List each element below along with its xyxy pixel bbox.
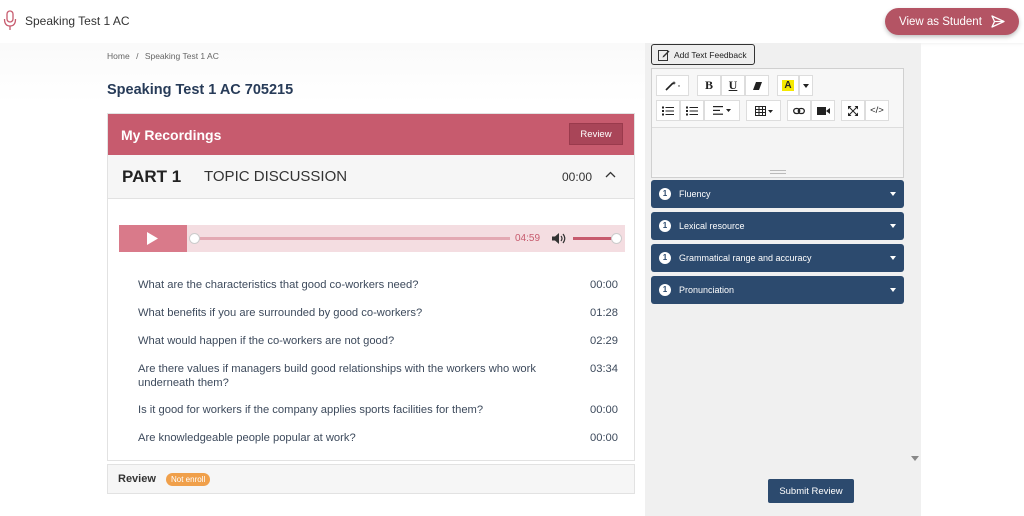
link-button[interactable]: [787, 100, 811, 121]
recordings-card: My Recordings Review PART 1 TOPIC DISCUS…: [107, 113, 635, 461]
score-badge: 1: [659, 284, 671, 296]
part-header[interactable]: PART 1 TOPIC DISCUSSION 00:00: [108, 155, 634, 199]
align-dropdown[interactable]: [704, 100, 740, 121]
recordings-title: My Recordings: [121, 126, 222, 143]
view-as-student-button[interactable]: View as Student: [885, 8, 1019, 35]
editor-resize-handle[interactable]: [770, 170, 786, 174]
page-title: Speaking Test 1 AC 705215: [107, 82, 294, 98]
rich-text-editor: B U A </>: [651, 68, 904, 178]
play-button[interactable]: [119, 225, 187, 252]
part-number: PART 1: [122, 167, 182, 186]
highlight-color-dropdown[interactable]: [799, 75, 813, 96]
play-icon: [147, 232, 158, 245]
question-text: Is it good for workers if the company ap…: [138, 404, 484, 416]
edit-icon: [658, 50, 670, 61]
add-text-feedback-button[interactable]: Add Text Feedback: [651, 44, 755, 65]
audio-progress-handle[interactable]: [189, 233, 200, 244]
part-time: 00:00: [561, 170, 592, 184]
send-icon: [991, 15, 1005, 28]
caret-down-icon: [890, 192, 896, 196]
feedback-text-area[interactable]: [652, 127, 903, 175]
caret-down-icon: [890, 256, 896, 260]
numbered-list-button[interactable]: [680, 100, 704, 121]
criterion-lexical-resource[interactable]: 1 Lexical resource: [651, 212, 904, 240]
question-text: What benefits if you are surrounded by g…: [138, 307, 423, 319]
underline-button[interactable]: U: [721, 75, 745, 96]
magic-wand-dropdown[interactable]: [656, 75, 689, 96]
add-text-feedback-label: Add Text Feedback: [674, 49, 747, 60]
top-bar: Speaking Test 1 AC View as Student: [0, 0, 1024, 43]
question-time: 01:28: [590, 307, 618, 319]
volume-handle[interactable]: [611, 233, 622, 244]
question-text: What would happen if the co-workers are …: [138, 335, 395, 347]
view-as-student-label: View as Student: [899, 15, 982, 28]
submit-review-button[interactable]: Submit Review: [768, 479, 854, 503]
volume-icon[interactable]: [551, 232, 567, 245]
volume-slider[interactable]: [573, 237, 616, 240]
eraser-button[interactable]: [745, 75, 769, 96]
question-time: 02:29: [590, 335, 618, 347]
highlight-icon: A: [782, 80, 794, 91]
criterion-label: Lexical resource: [679, 221, 745, 231]
criterion-label: Grammatical range and accuracy: [679, 253, 812, 263]
criterion-fluency[interactable]: 1 Fluency: [651, 180, 904, 208]
question-text: What are the characteristics that good c…: [138, 279, 419, 291]
score-badge: 1: [659, 220, 671, 232]
bullet-list-button[interactable]: [656, 100, 680, 121]
code-view-button[interactable]: </>: [865, 100, 889, 121]
criterion-grammatical-range[interactable]: 1 Grammatical range and accuracy: [651, 244, 904, 272]
score-badge: 1: [659, 188, 671, 200]
bullet-list-icon: [662, 106, 674, 115]
panel-scrollbar[interactable]: [909, 43, 921, 473]
breadcrumb-current: Speaking Test 1 AC: [144, 51, 219, 61]
review-section[interactable]: Review Not enroll: [107, 464, 635, 494]
caret-down-icon: [890, 288, 896, 292]
fullscreen-icon: [848, 105, 858, 116]
question-text: Are knowledgeable people popular at work…: [138, 432, 356, 444]
recordings-header: My Recordings Review: [108, 114, 634, 155]
magic-wand-icon: [664, 81, 680, 91]
breadcrumb-home[interactable]: Home: [107, 51, 130, 61]
breadcrumb: Home / Speaking Test 1 AC: [107, 51, 223, 61]
highlight-color-button[interactable]: A: [777, 75, 799, 96]
review-button[interactable]: Review: [569, 123, 623, 145]
criterion-pronunciation[interactable]: 1 Pronunciation: [651, 276, 904, 304]
link-icon: [793, 107, 805, 114]
question-time: 00:00: [590, 279, 618, 291]
audio-player: 04:59: [119, 225, 625, 252]
numbered-list-icon: [686, 106, 698, 115]
table-dropdown[interactable]: [746, 100, 781, 121]
eraser-icon: [752, 81, 762, 90]
criterion-label: Pronunciation: [679, 285, 735, 295]
chevron-up-icon[interactable]: [605, 171, 616, 178]
scroll-down-arrow-icon[interactable]: [911, 456, 919, 461]
audio-duration: 04:59: [515, 233, 541, 244]
video-icon: [816, 106, 830, 115]
align-left-icon: [713, 106, 731, 115]
question-text: Are there values if managers build good …: [138, 363, 536, 389]
caret-down-icon: [803, 83, 809, 88]
review-section-label: Review: [118, 473, 156, 485]
fullscreen-button[interactable]: [841, 100, 865, 121]
part-topic: TOPIC DISCUSSION: [204, 168, 348, 185]
breadcrumb-separator: /: [136, 51, 139, 61]
audio-progress-track[interactable]: [194, 237, 510, 240]
question-time: 00:00: [590, 404, 618, 416]
video-button[interactable]: [811, 100, 835, 121]
status-badge: Not enroll: [166, 473, 211, 486]
microphone-icon: [3, 10, 17, 30]
app-title: Speaking Test 1 AC: [25, 14, 130, 28]
score-badge: 1: [659, 252, 671, 264]
caret-down-icon: [890, 224, 896, 228]
criterion-label: Fluency: [679, 189, 711, 199]
bold-button[interactable]: B: [697, 75, 721, 96]
question-time: 00:00: [590, 432, 618, 444]
table-icon: [754, 105, 773, 116]
question-time: 03:34: [590, 363, 618, 375]
